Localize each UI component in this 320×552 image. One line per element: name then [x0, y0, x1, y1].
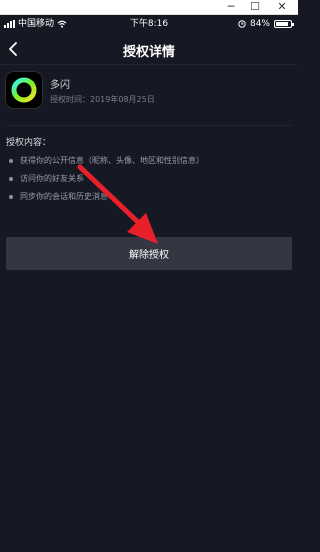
minimize-button[interactable]: ─: [219, 0, 243, 14]
battery-icon: [274, 20, 294, 28]
permission-label: 获得你的公开信息（昵称、头像、地区和性别信息）: [20, 156, 204, 165]
permission-item: 获得你的公开信息（昵称、头像、地区和性别信息）: [6, 152, 292, 170]
app-logo-icon: [6, 72, 42, 108]
page-title: 授权详情: [122, 45, 175, 60]
permission-item: 同步你的会话和历史消息: [6, 188, 292, 206]
permission-item: 访问你的好友关系: [6, 170, 292, 188]
bullet-icon: [9, 177, 13, 181]
bullet-icon: [9, 195, 13, 199]
alarm-icon: [238, 20, 246, 28]
maximize-button[interactable]: ☐: [243, 0, 267, 14]
revoke-authorization-button[interactable]: 解除授权: [6, 237, 292, 270]
permissions-list: 获得你的公开信息（昵称、头像、地区和性别信息） 访问你的好友关系 同步你的会话和…: [6, 152, 292, 206]
app-info: 多闪 授权时间：2019年08月25日: [6, 72, 292, 114]
permission-label: 访问你的好友关系: [20, 174, 84, 183]
status-bar: 中国移动 下午8:16 84%: [0, 15, 298, 33]
battery-percent: 84%: [249, 19, 270, 29]
nav-header: 授权详情: [0, 34, 298, 65]
close-button[interactable]: ✕: [270, 0, 294, 14]
window-title-bar: ─ ☐ ✕: [0, 0, 298, 15]
app-name: 多闪: [50, 80, 70, 91]
permission-label: 同步你的会话和历史消息: [20, 192, 108, 201]
divider: [6, 125, 292, 126]
bullet-icon: [9, 159, 13, 163]
auth-time: 授权时间：2019年08月25日: [50, 95, 155, 104]
permissions-title: 授权内容：: [6, 138, 52, 148]
